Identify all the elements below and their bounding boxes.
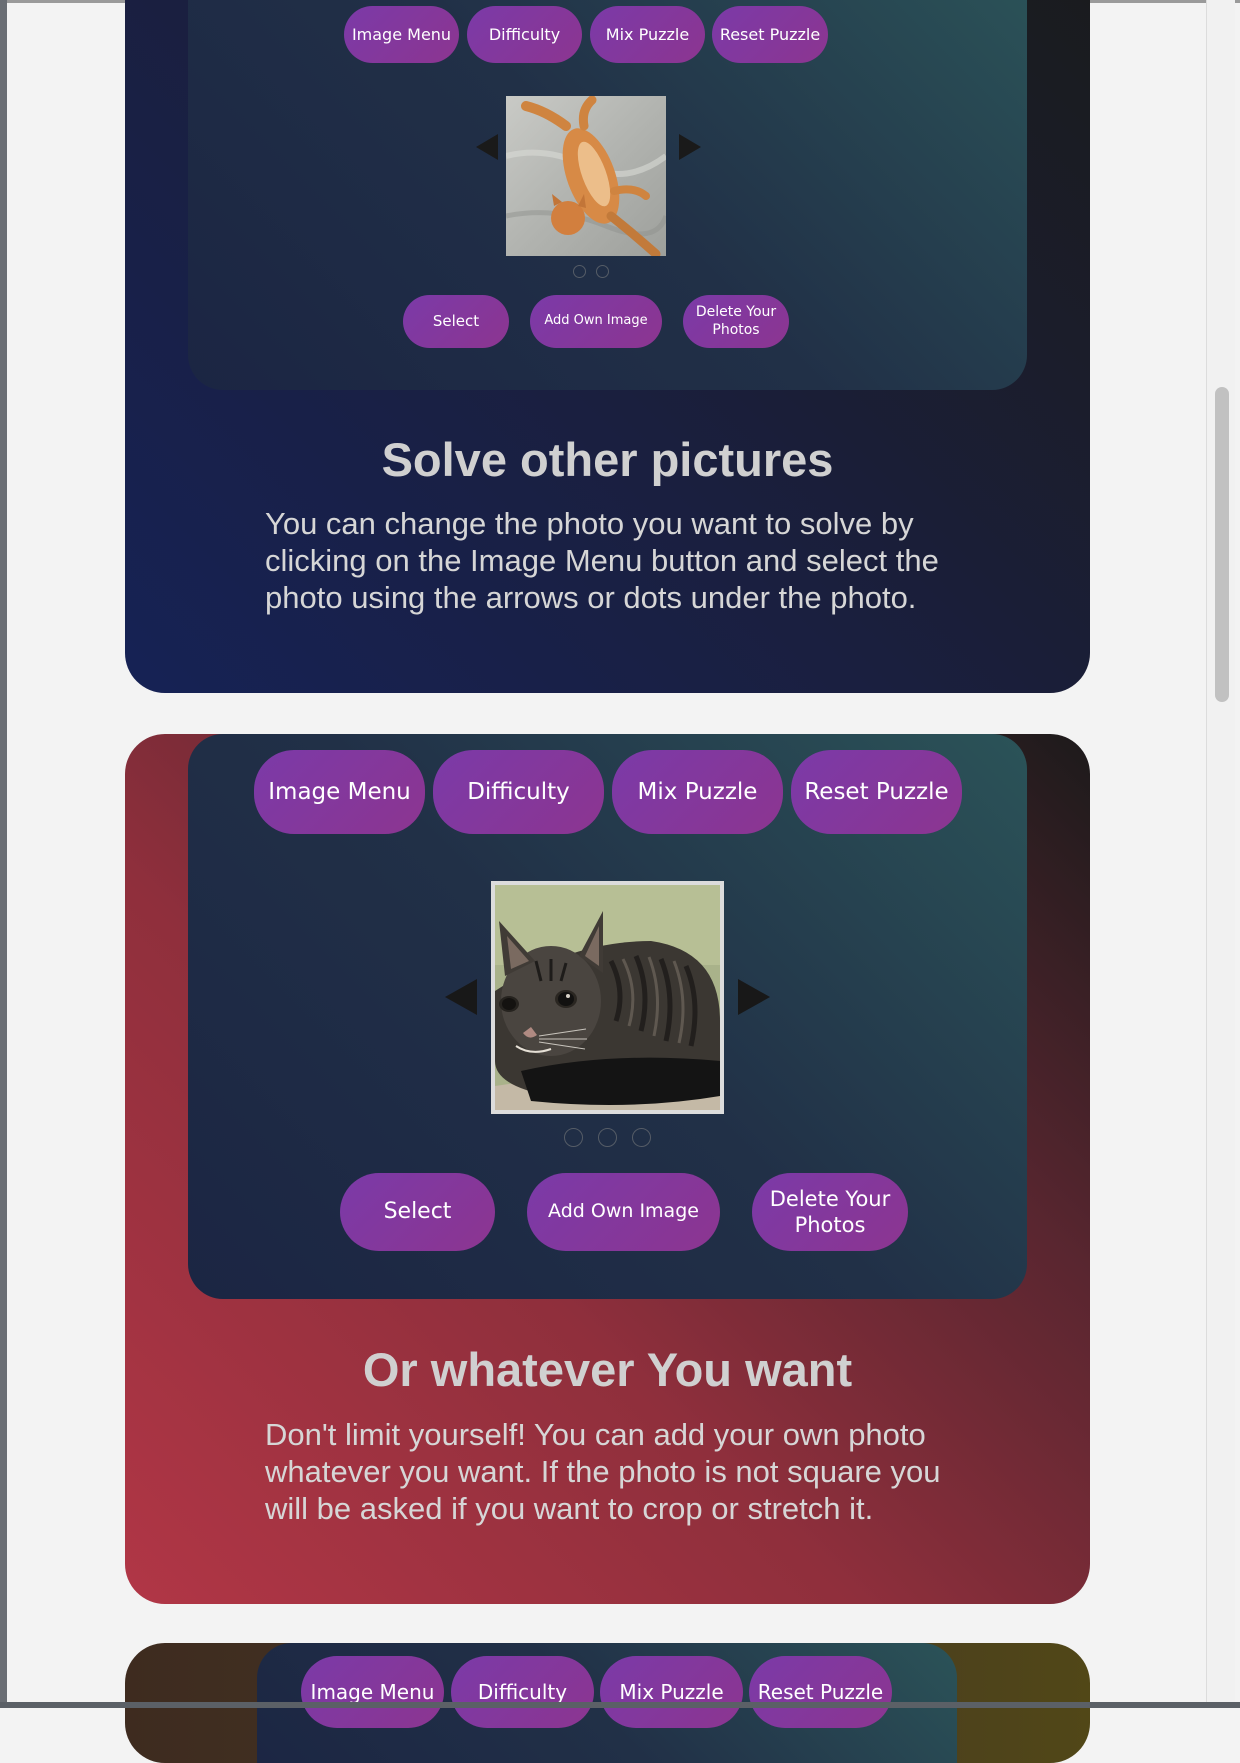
reset-puzzle-button[interactable]: Reset Puzzle [712, 6, 828, 63]
delete-button-label-line-2: Photos [794, 1213, 866, 1237]
add-own-image-button[interactable]: Add Own Image [527, 1173, 720, 1251]
section-title: Or whatever You want [362, 1343, 853, 1396]
reset-puzzle-button[interactable]: Reset Puzzle [749, 1656, 892, 1728]
reset-puzzle-button[interactable]: Reset Puzzle [791, 750, 962, 834]
scrollbar-thumb[interactable] [1215, 387, 1229, 702]
feature-card-or-whatever-you-want: Image Menu Difficulty Mix Puzzle Reset P… [125, 734, 1090, 1604]
mix-puzzle-button[interactable]: Mix Puzzle [612, 750, 783, 834]
image-menu-button[interactable]: Image Menu [301, 1656, 444, 1728]
difficulty-button[interactable]: Difficulty [451, 1656, 594, 1728]
section-title: Solve other pictures [381, 433, 834, 486]
delete-button-label-line-1: Delete Your [769, 1186, 891, 1211]
add-own-image-button[interactable]: Add Own Image [530, 295, 662, 348]
puzzle-preview-panel: Image Menu Difficulty Mix Puzzle Reset P… [188, 0, 1027, 390]
select-button[interactable]: Select [340, 1173, 495, 1251]
section-description: You can change the photo you want to sol… [265, 506, 939, 615]
arrow-right-icon[interactable] [679, 134, 701, 160]
arrow-right-icon[interactable] [738, 979, 770, 1015]
puzzle-photo-orange-cat [506, 96, 666, 256]
carousel-dot-2[interactable] [596, 265, 609, 278]
window-bottom-border [0, 1702, 1240, 1708]
puzzle-photo-tabby-cat [491, 881, 724, 1114]
delete-your-photos-button[interactable]: Delete Your Photos [752, 1173, 908, 1251]
arrow-left-icon[interactable] [445, 979, 477, 1015]
vertical-scrollbar[interactable] [1206, 0, 1235, 1702]
carousel-dot-1[interactable] [573, 265, 586, 278]
difficulty-button[interactable]: Difficulty [467, 6, 582, 63]
puzzle-preview-panel: Image Menu Difficulty Mix Puzzle Reset P… [188, 734, 1027, 1299]
mix-puzzle-button[interactable]: Mix Puzzle [590, 6, 705, 63]
carousel-dot-3[interactable] [632, 1128, 651, 1147]
carousel-dot-1[interactable] [564, 1128, 583, 1147]
mix-puzzle-button[interactable]: Mix Puzzle [600, 1656, 743, 1728]
select-button[interactable]: Select [403, 295, 509, 348]
carousel-dot-2[interactable] [598, 1128, 617, 1147]
difficulty-button[interactable]: Difficulty [433, 750, 604, 834]
image-menu-button[interactable]: Image Menu [344, 6, 459, 63]
delete-button-label-line-1: Delete Your [695, 304, 777, 320]
feature-card-solve-other-pictures: Image Menu Difficulty Mix Puzzle Reset P… [125, 0, 1090, 693]
image-menu-button[interactable]: Image Menu [254, 750, 425, 834]
arrow-left-icon[interactable] [476, 134, 498, 160]
delete-your-photos-button[interactable]: Delete Your Photos [683, 295, 789, 348]
section-description: Don't limit yourself! You can add your o… [265, 1417, 941, 1526]
window-left-border [0, 0, 7, 1708]
delete-button-label-line-2: Photos [712, 321, 760, 338]
